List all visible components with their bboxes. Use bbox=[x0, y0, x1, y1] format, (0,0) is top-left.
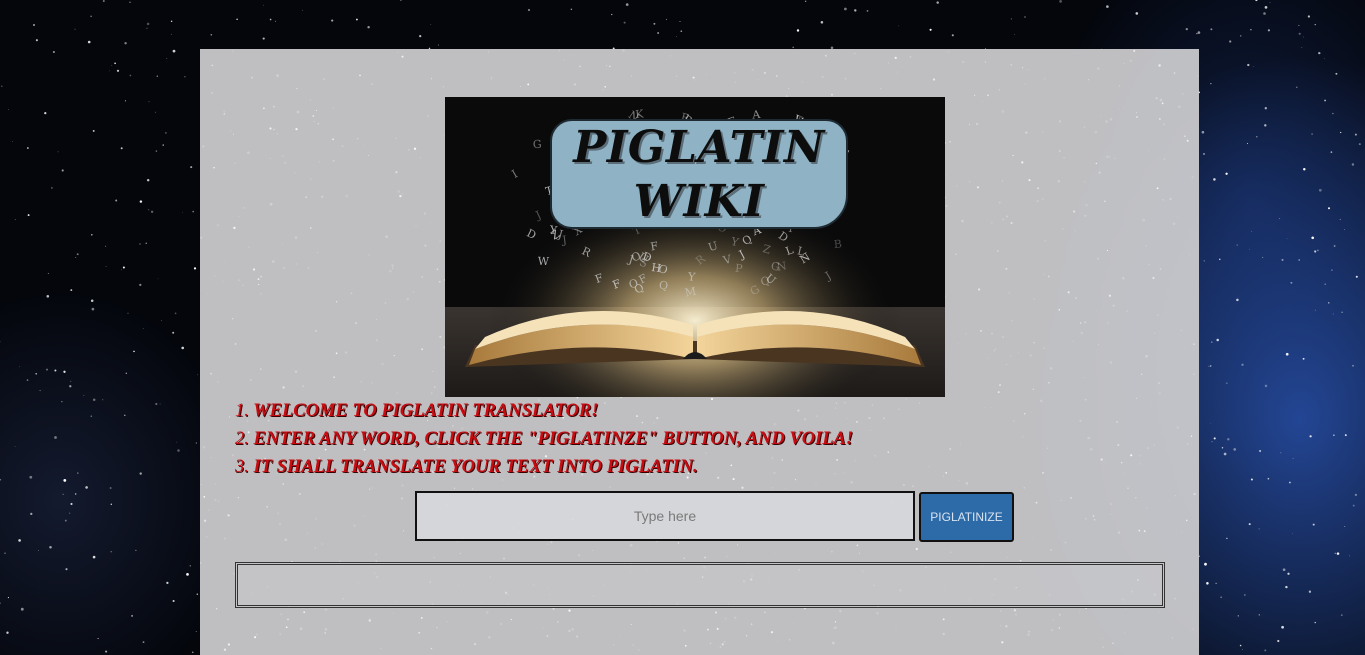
translation-output bbox=[235, 562, 1165, 608]
instruction-text: IT SHALL TRANSLATE YOUR TEXT INTO PIGLAT… bbox=[253, 457, 698, 477]
piglatinize-button[interactable]: PIGLATINIZE bbox=[919, 492, 1014, 542]
title-line-1: PIGLATIN bbox=[573, 122, 825, 173]
instruction-text: ENTER ANY WORD, CLICK THE "PIGLATINZE" B… bbox=[253, 429, 854, 449]
svg-text:G: G bbox=[533, 138, 543, 152]
instruction-item: 1. WELCOME TO PIGLATIN TRANSLATOR! bbox=[235, 397, 853, 425]
instruction-text: WELCOME TO PIGLATIN TRANSLATOR! bbox=[253, 401, 599, 421]
svg-text:Q: Q bbox=[658, 279, 669, 293]
instruction-number: 1. bbox=[235, 401, 249, 421]
instruction-number: 2. bbox=[235, 429, 249, 449]
svg-text:W: W bbox=[537, 255, 549, 268]
svg-text:H: H bbox=[651, 261, 662, 275]
instruction-item: 2. ENTER ANY WORD, CLICK THE "PIGLATINZE… bbox=[235, 425, 853, 453]
instruction-list: 1. WELCOME TO PIGLATIN TRANSLATOR! 2. EN… bbox=[235, 397, 853, 481]
instruction-item: 3. IT SHALL TRANSLATE YOUR TEXT INTO PIG… bbox=[235, 453, 853, 481]
hero-banner: VLTEVDJDRXJTHJADUZQNJFOYVGPLFOSFVDUPORTP… bbox=[445, 97, 945, 397]
instruction-number: 3. bbox=[235, 457, 249, 477]
main-panel: VLTEVDJDRXJTHJADUZQNJFOYVGPLFOSFVDUPORTP… bbox=[200, 49, 1199, 655]
word-input[interactable] bbox=[415, 491, 915, 541]
svg-text:B: B bbox=[833, 237, 842, 251]
title-line-2: WIKI bbox=[633, 176, 765, 227]
site-title: PIGLATIN WIKI bbox=[550, 119, 848, 229]
